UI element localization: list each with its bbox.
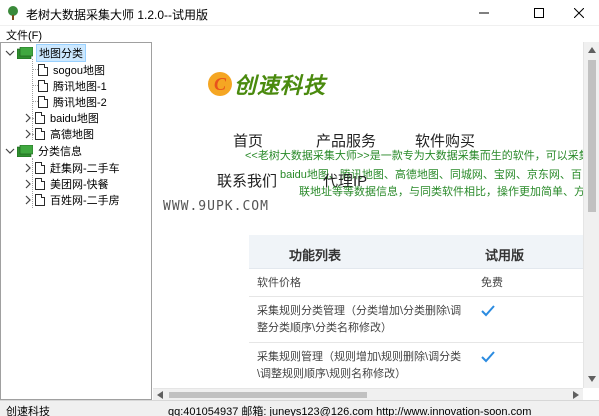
column-header-feature: 功能列表 (289, 248, 342, 263)
company-logo[interactable]: C 创速科技 (208, 66, 326, 102)
nav-contact[interactable]: 联系我们 (217, 170, 277, 191)
menu-file[interactable]: 文件(F) (6, 27, 42, 43)
check-icon (481, 305, 495, 317)
category-tree[interactable]: 地图分类 sogou地图 腾讯地图-1 腾讯地图-2 baidu地图 高德地图 … (0, 42, 152, 400)
minimize-button[interactable] (461, 0, 507, 26)
feature-table: 功能列表 试用版 软件价格 免费 采集规则分类管理（分类增加\分类删除\调整分类… (249, 235, 583, 388)
tree-item[interactable]: sogou地图 (38, 62, 107, 78)
expand-chevron-icon[interactable] (23, 163, 33, 173)
tree-item[interactable]: baidu地图 (23, 110, 101, 126)
marquee-text: 联地址等等数据信息，与同类软件相比，操作更加简单、方便、直观 (299, 186, 583, 198)
logo-letter: C (208, 72, 232, 96)
tree-group-map[interactable]: 地图分类 (5, 44, 86, 62)
folder-icon (17, 145, 33, 157)
document-icon (38, 64, 48, 76)
scroll-down-icon[interactable] (588, 376, 596, 382)
tree-group-label: 地图分类 (36, 44, 86, 62)
expand-chevron-icon[interactable] (23, 129, 33, 139)
folder-icon (17, 47, 33, 59)
title-bar: 老树大数据采集大师 1.2.0--试用版 (0, 0, 599, 26)
table-header: 功能列表 试用版 (249, 235, 583, 269)
close-button[interactable] (559, 0, 599, 26)
vertical-scrollbar[interactable] (583, 42, 599, 388)
column-header-trial: 试用版 (485, 248, 525, 263)
logo-text: 创速科技 (234, 73, 327, 99)
expand-chevron-icon[interactable] (23, 113, 33, 123)
tree-group-label: 分类信息 (38, 146, 82, 158)
tree-item[interactable]: 腾讯地图-1 (38, 78, 109, 94)
menu-bar: 文件(F) (0, 26, 599, 42)
marquee-text: <<老树大数据采集大师>>是一款专为大数据采集而生的软件，可以采集 (245, 150, 583, 162)
watermark: WWW.9UPK.COM (163, 199, 269, 214)
status-company: 创速科技 (6, 406, 50, 416)
close-icon (574, 8, 584, 18)
tree-item[interactable]: 百姓网-二手房 (23, 192, 122, 208)
app-tree-icon (8, 6, 18, 20)
tree-item-label: sogou地图 (53, 65, 105, 77)
document-icon (35, 112, 45, 124)
maximize-icon (534, 8, 544, 18)
expand-chevron-icon[interactable] (23, 179, 33, 189)
document-icon (38, 96, 48, 108)
tree-item-label: 百姓网-二手房 (50, 195, 120, 207)
expand-chevron-icon[interactable] (23, 195, 33, 205)
tree-item-label: 高德地图 (50, 129, 94, 141)
window-title: 老树大数据采集大师 1.2.0--试用版 (26, 8, 209, 22)
browser-pane[interactable]: C 创速科技 首页 产品服务 软件购买 <<老树大数据采集大师>>是一款专为大数… (153, 42, 583, 388)
horizontal-scroll-thumb[interactable] (169, 392, 367, 398)
tree-item-label: baidu地图 (50, 113, 99, 125)
minimize-icon (479, 12, 489, 14)
feature-cell: 采集规则分类管理（分类增加\分类删除\调整分类顺序\分类名称修改） (257, 305, 462, 334)
check-icon (481, 351, 495, 363)
feature-cell: 软件价格 (257, 277, 301, 289)
scroll-right-icon[interactable] (573, 391, 579, 399)
tree-item-label: 赶集网-二手车 (50, 163, 120, 175)
tree-item[interactable]: 腾讯地图-2 (38, 94, 109, 110)
tree-item[interactable]: 赶集网-二手车 (23, 160, 122, 176)
tree-item-label: 腾讯地图-1 (53, 81, 107, 93)
feature-cell: 采集规则管理（规则增加\规则删除\调分类\调整规则顺序\规则名称修改） (257, 351, 462, 380)
collapse-chevron-icon[interactable] (5, 146, 15, 156)
document-icon (35, 194, 45, 206)
status-bar: 创速科技 qq:401054937 邮箱: juneys123@126.com … (0, 400, 599, 416)
horizontal-scrollbar[interactable] (153, 388, 583, 400)
vertical-scroll-thumb[interactable] (588, 60, 596, 212)
table-row: 采集规则管理（规则增加\规则删除\调分类\调整规则顺序\规则名称修改） (249, 343, 583, 388)
document-icon (35, 178, 45, 190)
tree-item[interactable]: 美团网-快餐 (23, 176, 111, 192)
maximize-button[interactable] (519, 0, 559, 26)
collapse-chevron-icon[interactable] (5, 48, 15, 58)
document-icon (35, 162, 45, 174)
tree-item-label: 美团网-快餐 (50, 179, 109, 191)
status-contact: qq:401054937 邮箱: juneys123@126.com http:… (168, 406, 532, 416)
document-icon (38, 80, 48, 92)
tree-item[interactable]: 高德地图 (23, 126, 96, 142)
trial-cell: 免费 (481, 277, 503, 289)
scroll-up-icon[interactable] (588, 47, 596, 53)
tree-item-label: 腾讯地图-2 (53, 97, 107, 109)
tree-group-classified[interactable]: 分类信息 (5, 143, 84, 159)
table-row: 采集规则分类管理（分类增加\分类删除\调整分类顺序\分类名称修改） (249, 297, 583, 343)
scroll-left-icon[interactable] (157, 391, 163, 399)
document-icon (35, 128, 45, 140)
table-row: 软件价格 免费 (249, 269, 583, 297)
